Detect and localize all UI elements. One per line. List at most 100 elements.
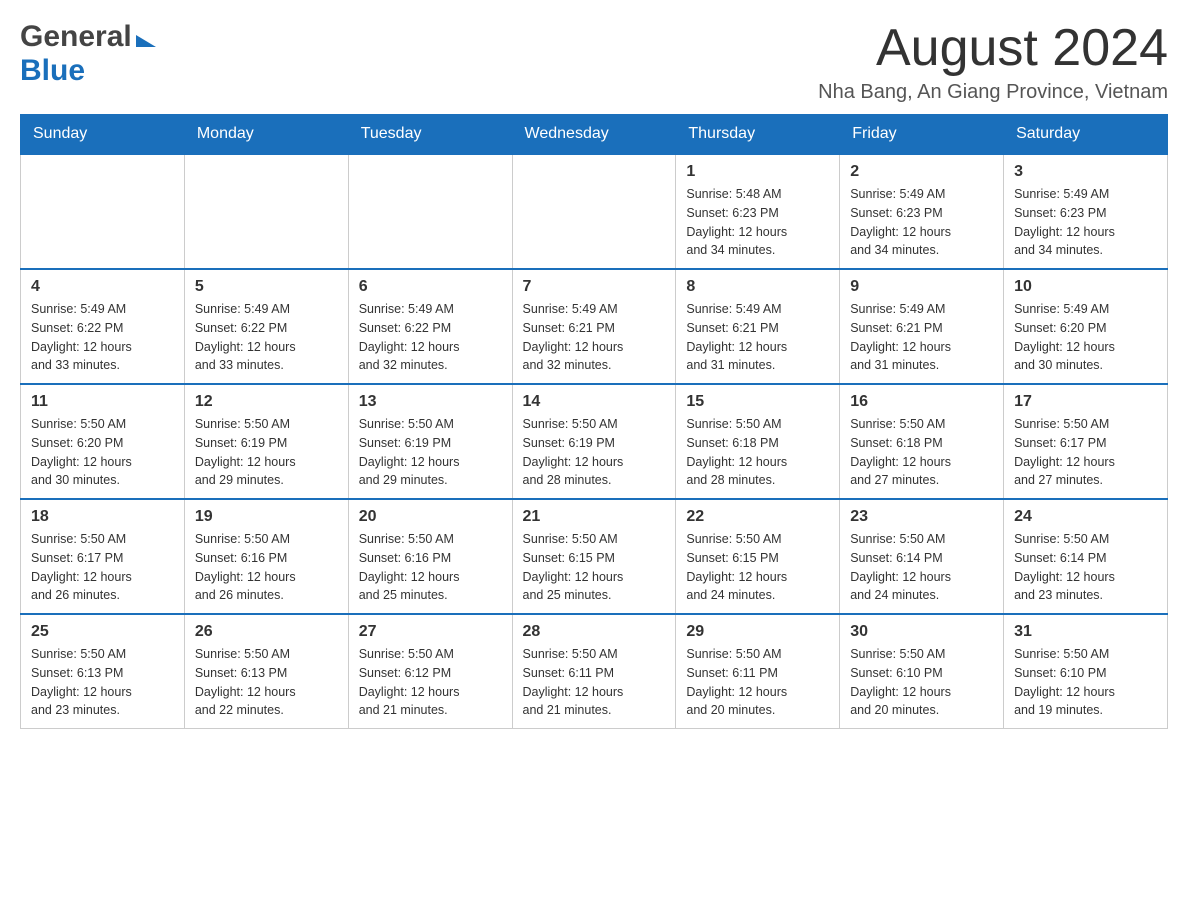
day-number: 4 xyxy=(31,278,174,296)
day-cell-w3d6: 16Sunrise: 5:50 AMSunset: 6:18 PMDayligh… xyxy=(840,384,1004,499)
day-cell-w5d2: 26 Sunrise: 5:50 AMSunset: 6:13 PMDayligh… xyxy=(184,614,348,729)
day-info: Sunrise: 5:50 AMSunset: 6:17 PMDaylight:… xyxy=(1014,415,1157,490)
day-info: Sunrise: 5:50 AMSunset: 6:13 PMDaylight:… xyxy=(195,645,338,720)
day-number: 3 xyxy=(1014,163,1157,181)
day-cell-w4d5: 22Sunrise: 5:50 AMSunset: 6:15 PMDayligh… xyxy=(676,499,840,614)
day-cell-w5d4: 28 Sunrise: 5:50 AMSunset: 6:11 PMDayligh… xyxy=(512,614,676,729)
day-cell-w1d4 xyxy=(512,154,676,269)
day-cell-w2d2: 5 Sunrise: 5:49 AMSunset: 6:22 PMDaylight… xyxy=(184,269,348,384)
day-cell-w3d4: 14 Sunrise: 5:50 AMSunset: 6:19 PMDayligh… xyxy=(512,384,676,499)
day-info: Sunrise: 5:50 AMSunset: 6:19 PMDaylight:… xyxy=(359,415,502,490)
day-number: 5 xyxy=(195,278,338,296)
day-cell-w2d5: 8 Sunrise: 5:49 AMSunset: 6:21 PMDaylight… xyxy=(676,269,840,384)
day-info: Sunrise: 5:50 AMSunset: 6:15 PMDaylight:… xyxy=(523,530,666,605)
day-info: Sunrise: 5:50 AMSunset: 6:12 PMDaylight:… xyxy=(359,645,502,720)
day-number: 31 xyxy=(1014,623,1157,641)
day-info: Sunrise: 5:50 AMSunset: 6:11 PMDaylight:… xyxy=(686,645,829,720)
day-number: 12 xyxy=(195,393,338,411)
day-info: Sunrise: 5:49 AMSunset: 6:23 PMDaylight:… xyxy=(850,185,993,260)
day-number: 28 xyxy=(523,623,666,641)
day-number: 17 xyxy=(1014,393,1157,411)
day-info: Sunrise: 5:50 AMSunset: 6:17 PMDaylight:… xyxy=(31,530,174,605)
day-cell-w4d6: 23Sunrise: 5:50 AMSunset: 6:14 PMDayligh… xyxy=(840,499,1004,614)
page-header: General Blue August 2024 Nha Bang, An Gi… xyxy=(20,20,1168,104)
day-number: 10 xyxy=(1014,278,1157,296)
day-cell-w4d1: 18 Sunrise: 5:50 AMSunset: 6:17 PMDayligh… xyxy=(21,499,185,614)
week-row-3: 11Sunrise: 5:50 AMSunset: 6:20 PMDayligh… xyxy=(21,384,1168,499)
week-row-1: 1Sunrise: 5:48 AMSunset: 6:23 PMDaylight… xyxy=(21,154,1168,269)
week-row-5: 25Sunrise: 5:50 AMSunset: 6:13 PMDayligh… xyxy=(21,614,1168,729)
day-number: 14 xyxy=(523,393,666,411)
month-title: August 2024 xyxy=(818,20,1168,77)
day-number: 21 xyxy=(523,508,666,526)
day-cell-w4d2: 19 Sunrise: 5:50 AMSunset: 6:16 PMDayligh… xyxy=(184,499,348,614)
day-cell-w3d3: 13 Sunrise: 5:50 AMSunset: 6:19 PMDayligh… xyxy=(348,384,512,499)
day-number: 27 xyxy=(359,623,502,641)
day-number: 30 xyxy=(850,623,993,641)
day-info: Sunrise: 5:49 AMSunset: 6:23 PMDaylight:… xyxy=(1014,185,1157,260)
col-tuesday: Tuesday xyxy=(348,115,512,155)
day-info: Sunrise: 5:49 AMSunset: 6:20 PMDaylight:… xyxy=(1014,300,1157,375)
day-info: Sunrise: 5:50 AMSunset: 6:15 PMDaylight:… xyxy=(686,530,829,605)
day-cell-w5d1: 25Sunrise: 5:50 AMSunset: 6:13 PMDayligh… xyxy=(21,614,185,729)
logo-blue-text: Blue xyxy=(20,54,85,87)
day-info: Sunrise: 5:50 AMSunset: 6:18 PMDaylight:… xyxy=(686,415,829,490)
day-info: Sunrise: 5:49 AMSunset: 6:22 PMDaylight:… xyxy=(31,300,174,375)
logo-general-text: General xyxy=(20,20,132,54)
day-number: 7 xyxy=(523,278,666,296)
day-info: Sunrise: 5:50 AMSunset: 6:11 PMDaylight:… xyxy=(523,645,666,720)
day-cell-w3d7: 17 Sunrise: 5:50 AMSunset: 6:17 PMDayligh… xyxy=(1004,384,1168,499)
day-info: Sunrise: 5:50 AMSunset: 6:10 PMDaylight:… xyxy=(850,645,993,720)
day-cell-w4d3: 20 Sunrise: 5:50 AMSunset: 6:16 PMDayligh… xyxy=(348,499,512,614)
day-info: Sunrise: 5:50 AMSunset: 6:19 PMDaylight:… xyxy=(195,415,338,490)
day-number: 29 xyxy=(686,623,829,641)
day-number: 16 xyxy=(850,393,993,411)
day-number: 13 xyxy=(359,393,502,411)
day-cell-w5d3: 27 Sunrise: 5:50 AMSunset: 6:12 PMDayligh… xyxy=(348,614,512,729)
logo-triangle-icon xyxy=(136,35,156,47)
day-cell-w2d6: 9 Sunrise: 5:49 AMSunset: 6:21 PMDaylight… xyxy=(840,269,1004,384)
day-number: 8 xyxy=(686,278,829,296)
day-number: 18 xyxy=(31,508,174,526)
day-number: 24 xyxy=(1014,508,1157,526)
col-saturday: Saturday xyxy=(1004,115,1168,155)
day-number: 20 xyxy=(359,508,502,526)
day-cell-w1d6: 2 Sunrise: 5:49 AMSunset: 6:23 PMDaylight… xyxy=(840,154,1004,269)
day-info: Sunrise: 5:49 AMSunset: 6:22 PMDaylight:… xyxy=(359,300,502,375)
day-cell-w3d2: 12 Sunrise: 5:50 AMSunset: 6:19 PMDayligh… xyxy=(184,384,348,499)
col-monday: Monday xyxy=(184,115,348,155)
day-info: Sunrise: 5:49 AMSunset: 6:21 PMDaylight:… xyxy=(523,300,666,375)
day-info: Sunrise: 5:49 AMSunset: 6:21 PMDaylight:… xyxy=(686,300,829,375)
col-wednesday: Wednesday xyxy=(512,115,676,155)
day-cell-w1d7: 3 Sunrise: 5:49 AMSunset: 6:23 PMDaylight… xyxy=(1004,154,1168,269)
day-info: Sunrise: 5:49 AMSunset: 6:21 PMDaylight:… xyxy=(850,300,993,375)
week-row-2: 4 Sunrise: 5:49 AMSunset: 6:22 PMDaylight… xyxy=(21,269,1168,384)
day-cell-w2d3: 6Sunrise: 5:49 AMSunset: 6:22 PMDaylight… xyxy=(348,269,512,384)
day-number: 1 xyxy=(686,163,829,181)
day-info: Sunrise: 5:50 AMSunset: 6:10 PMDaylight:… xyxy=(1014,645,1157,720)
day-cell-w2d1: 4 Sunrise: 5:49 AMSunset: 6:22 PMDaylight… xyxy=(21,269,185,384)
day-number: 26 xyxy=(195,623,338,641)
day-number: 23 xyxy=(850,508,993,526)
day-cell-w5d5: 29 Sunrise: 5:50 AMSunset: 6:11 PMDayligh… xyxy=(676,614,840,729)
day-cell-w1d3 xyxy=(348,154,512,269)
day-info: Sunrise: 5:50 AMSunset: 6:13 PMDaylight:… xyxy=(31,645,174,720)
calendar-header-row: Sunday Monday Tuesday Wednesday Thursday… xyxy=(21,115,1168,155)
col-sunday: Sunday xyxy=(21,115,185,155)
day-number: 9 xyxy=(850,278,993,296)
day-number: 15 xyxy=(686,393,829,411)
day-cell-w1d5: 1Sunrise: 5:48 AMSunset: 6:23 PMDaylight… xyxy=(676,154,840,269)
day-info: Sunrise: 5:50 AMSunset: 6:19 PMDaylight:… xyxy=(523,415,666,490)
day-number: 19 xyxy=(195,508,338,526)
day-info: Sunrise: 5:50 AMSunset: 6:16 PMDaylight:… xyxy=(195,530,338,605)
day-number: 2 xyxy=(850,163,993,181)
logo: General Blue xyxy=(20,20,156,88)
day-cell-w5d6: 30 Sunrise: 5:50 AMSunset: 6:10 PMDayligh… xyxy=(840,614,1004,729)
day-info: Sunrise: 5:50 AMSunset: 6:16 PMDaylight:… xyxy=(359,530,502,605)
day-cell-w5d7: 31 Sunrise: 5:50 AMSunset: 6:10 PMDayligh… xyxy=(1004,614,1168,729)
day-cell-w2d7: 10 Sunrise: 5:49 AMSunset: 6:20 PMDayligh… xyxy=(1004,269,1168,384)
day-cell-w4d4: 21 Sunrise: 5:50 AMSunset: 6:15 PMDayligh… xyxy=(512,499,676,614)
day-info: Sunrise: 5:50 AMSunset: 6:20 PMDaylight:… xyxy=(31,415,174,490)
day-cell-w1d1 xyxy=(21,154,185,269)
day-info: Sunrise: 5:49 AMSunset: 6:22 PMDaylight:… xyxy=(195,300,338,375)
